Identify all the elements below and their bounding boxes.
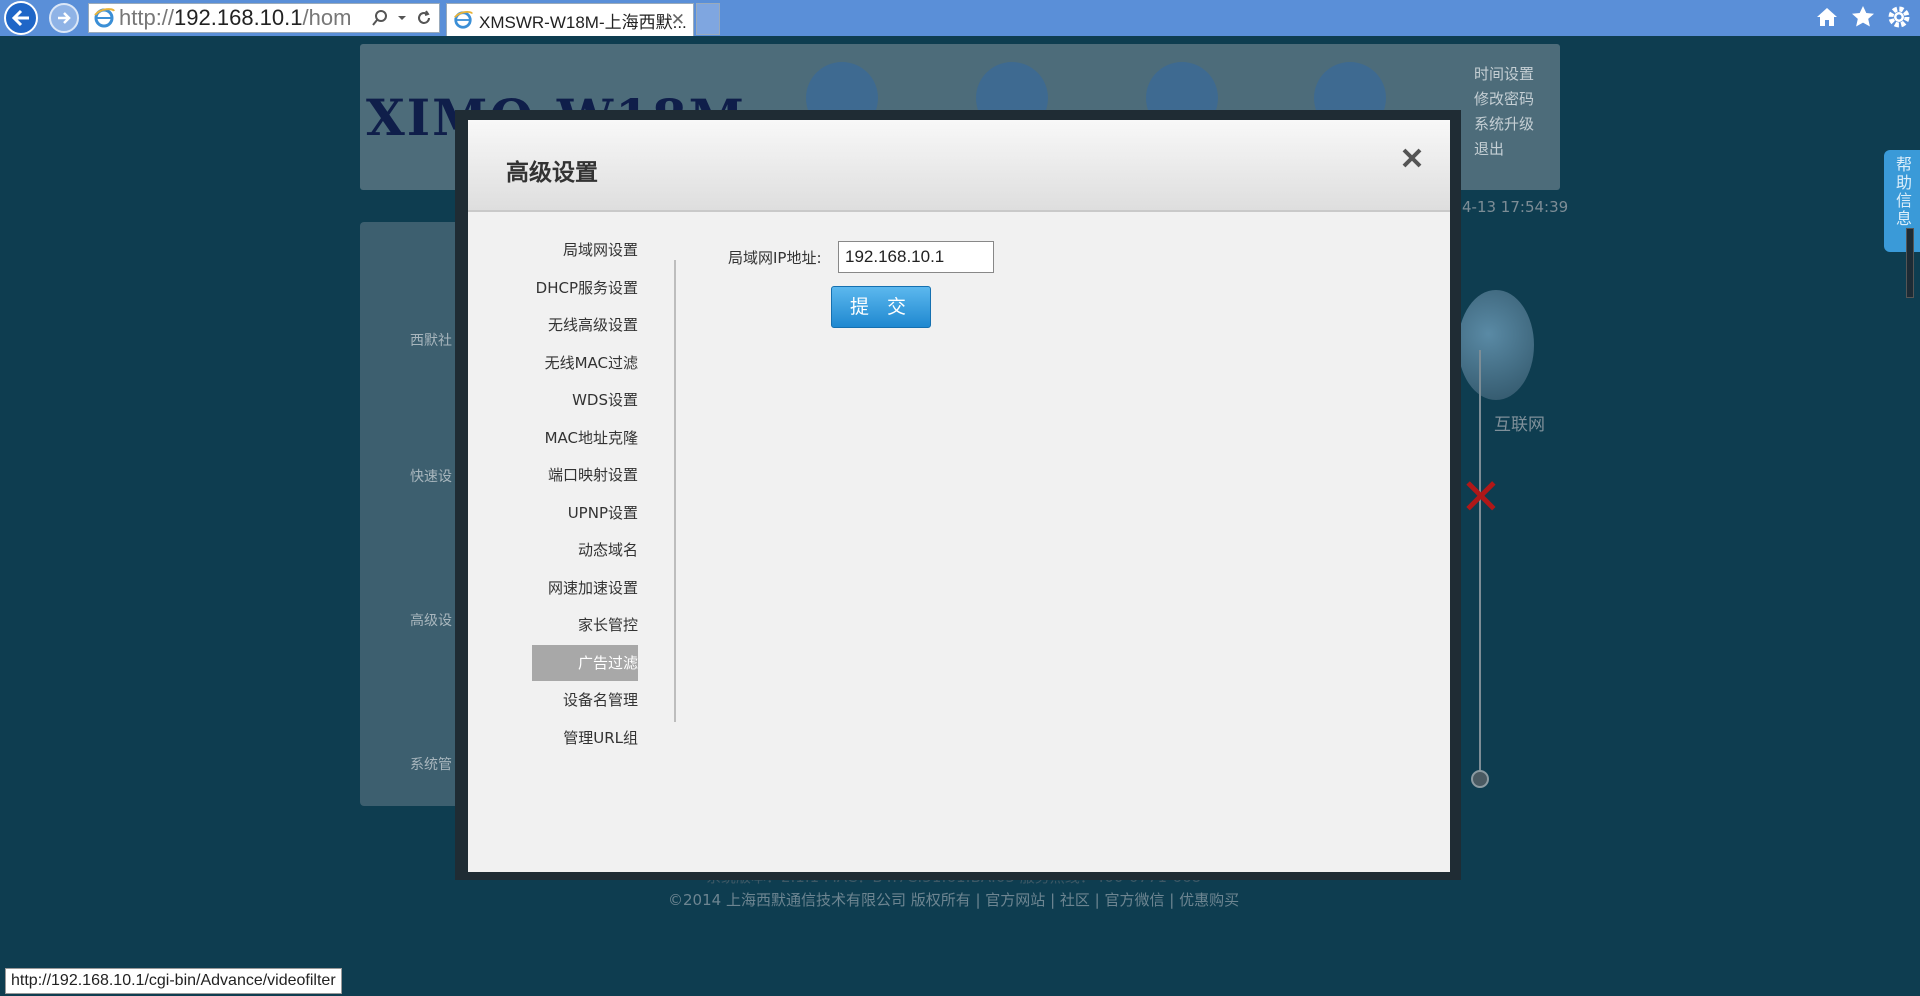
menu-time-settings[interactable]: 时间设置 (1474, 62, 1534, 87)
address-url: http://192.168.10.1/hom (119, 5, 352, 30)
menu-item-url-groups[interactable]: 管理URL组 (532, 720, 638, 756)
menu-logout[interactable]: 退出 (1474, 137, 1534, 162)
advanced-settings-dialog: 高级设置 局域网设置 DHCP服务设置 无线高级设置 无线MAC过滤 WDS设置… (468, 120, 1450, 872)
address-bar[interactable]: http://192.168.10.1/hom (88, 3, 440, 33)
back-button[interactable] (4, 1, 38, 35)
close-button[interactable] (1396, 142, 1428, 174)
main-sidebar (360, 222, 468, 806)
forward-arrow-icon (58, 12, 71, 24)
menu-divider (674, 260, 676, 722)
refresh-icon[interactable] (415, 9, 433, 27)
browser-toolbar: http://192.168.10.1/hom XMSWR-W18M-上海西默.… (0, 0, 1920, 36)
menu-item-wds[interactable]: WDS设置 (532, 382, 638, 418)
forward-button[interactable] (49, 3, 79, 33)
menu-item-ddns[interactable]: 动态域名 (532, 532, 638, 568)
close-icon (1402, 148, 1422, 168)
menu-item-upnp[interactable]: UPNP设置 (532, 495, 638, 531)
ie-page-icon (94, 8, 115, 28)
menu-item-port-mapping[interactable]: 端口映射设置 (532, 457, 638, 493)
menu-item-wireless-advanced[interactable]: 无线高级设置 (532, 307, 638, 343)
sidebar-item-system[interactable]: 系统管 (410, 754, 452, 774)
new-tab-button[interactable] (696, 3, 720, 35)
lan-ip-label: 局域网IP地址: (728, 249, 822, 267)
sidebar-item-quick-setup[interactable]: 快速设 (410, 466, 452, 486)
menu-item-lan[interactable]: 局域网设置 (532, 232, 638, 268)
settings-gear-icon[interactable] (1886, 4, 1912, 30)
back-arrow-icon (11, 9, 29, 27)
internet-globe-icon (1458, 290, 1534, 400)
sidebar-item-home[interactable]: 西默社 (410, 330, 452, 350)
home-icon[interactable] (1814, 4, 1840, 30)
menu-system-upgrade[interactable]: 系统升级 (1474, 112, 1534, 137)
disconnected-x-icon: ✕ (1460, 468, 1502, 526)
help-info-tab[interactable]: 帮助信息 (1884, 150, 1920, 252)
dropdown-arrow-icon[interactable] (397, 13, 407, 23)
system-datetime: 4-13 17:54:39 (1462, 198, 1569, 216)
menu-change-password[interactable]: 修改密码 (1474, 87, 1534, 112)
menu-item-parental-control[interactable]: 家长管控 (532, 607, 638, 643)
menu-item-dhcp[interactable]: DHCP服务设置 (532, 270, 638, 306)
internet-label: 互联网 (1494, 415, 1545, 435)
footer-copyright: ©2014 上海西默通信技术有限公司 版权所有 | 官方网站 | 社区 | 官方… (668, 891, 1240, 909)
browser-tab[interactable]: XMSWR-W18M-上海西默... ✕ (446, 3, 694, 36)
menu-item-ad-filter[interactable]: 广告过滤 (532, 644, 638, 681)
connection-node-icon (1471, 770, 1489, 788)
lan-ip-input[interactable]: 192.168.10.1 (838, 241, 994, 273)
status-bar-url: http://192.168.10.1/cgi-bin/Advance/vide… (5, 968, 342, 994)
tab-title: XMSWR-W18M-上海西默... (479, 12, 687, 32)
sidebar-item-advanced[interactable]: 高级设 (410, 610, 452, 630)
menu-item-device-names[interactable]: 设备名管理 (532, 682, 638, 718)
menu-item-mac-clone[interactable]: MAC地址克隆 (532, 420, 638, 456)
menu-item-wireless-mac-filter[interactable]: 无线MAC过滤 (532, 345, 638, 381)
dialog-header: 高级设置 (468, 120, 1450, 212)
tab-close-icon[interactable]: ✕ (671, 10, 685, 30)
top-menu: 时间设置 修改密码 系统升级 退出 (1474, 62, 1534, 162)
submit-button[interactable]: 提 交 (831, 286, 931, 328)
search-icon[interactable] (371, 9, 389, 27)
menu-item-speed-boost[interactable]: 网速加速设置 (532, 570, 638, 606)
help-info-label: 帮助信息 (1896, 155, 1913, 228)
ie-tab-icon (454, 11, 473, 29)
favorites-star-icon[interactable] (1850, 4, 1876, 30)
help-scroll-indicator (1906, 228, 1914, 298)
dialog-title: 高级设置 (506, 160, 598, 186)
connection-line (1479, 350, 1481, 778)
